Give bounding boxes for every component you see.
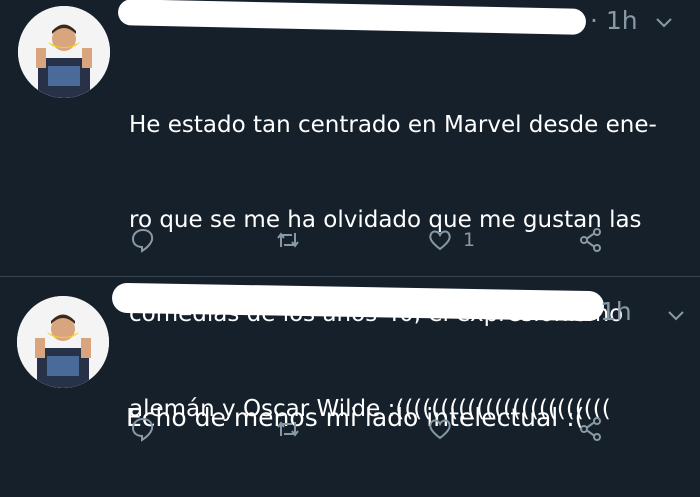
avatar-image xyxy=(17,296,109,388)
avatar[interactable] xyxy=(17,296,109,388)
avatar[interactable] xyxy=(18,6,110,98)
redacted-username xyxy=(117,0,587,35)
tweet-timestamp[interactable]: · 1h xyxy=(590,6,638,35)
reply-icon xyxy=(131,417,154,442)
reply-icon xyxy=(131,228,154,253)
chevron-down-icon[interactable] xyxy=(654,12,674,32)
tweet-text-line: He estado tan centrado en Marvel desde e… xyxy=(129,112,657,138)
avatar-image xyxy=(18,6,110,98)
reply-button[interactable] xyxy=(130,226,156,254)
like-button[interactable]: 1 xyxy=(427,226,475,254)
share-icon xyxy=(580,228,601,252)
share-button[interactable] xyxy=(578,415,604,443)
heart-icon xyxy=(429,419,451,440)
tweet-text-line: Echo de menos mi lado intelectual :( xyxy=(126,403,585,432)
heart-icon xyxy=(429,230,451,251)
tweet-timestamp[interactable]: 1h xyxy=(600,297,632,326)
reply-button[interactable] xyxy=(130,415,156,443)
chevron-down-icon[interactable] xyxy=(666,305,686,325)
retweet-icon xyxy=(277,421,299,437)
redacted-username xyxy=(111,282,605,322)
retweet-icon xyxy=(277,232,299,248)
share-icon xyxy=(580,417,601,441)
tweet[interactable]: · 1h He estado tan centrado en Marvel de… xyxy=(0,0,700,422)
retweet-button[interactable] xyxy=(275,226,301,254)
retweet-button[interactable] xyxy=(275,415,301,443)
tweet-text: Echo de menos mi lado intelectual :( xyxy=(126,339,584,497)
share-button[interactable] xyxy=(578,226,604,254)
tweet[interactable]: 1h Echo de menos mi lado intelectual :( xyxy=(0,277,700,442)
like-count: 1 xyxy=(463,229,476,251)
like-button[interactable] xyxy=(427,415,453,443)
